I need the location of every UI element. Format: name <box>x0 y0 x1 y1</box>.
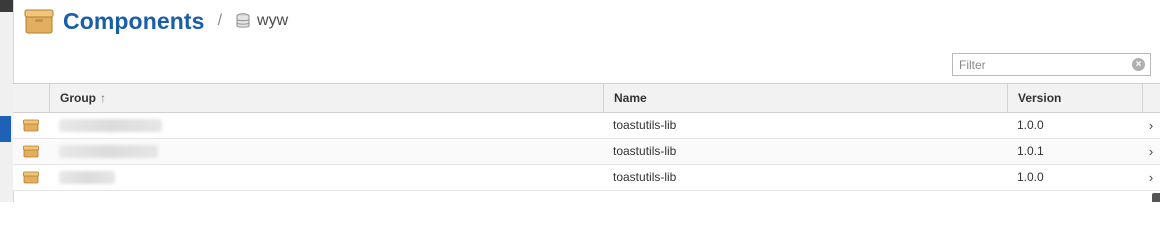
group-cell <box>49 165 603 190</box>
row-icon-cell <box>13 139 49 164</box>
icon-column-header <box>13 84 49 112</box>
group-cell <box>49 139 603 164</box>
selected-row-indicator <box>0 116 11 142</box>
page-header: Components / wyw <box>24 6 288 36</box>
column-header-version-label: Version <box>1018 91 1062 105</box>
sort-ascending-icon: ↑ <box>100 91 106 105</box>
database-icon <box>236 13 250 28</box>
name-cell: toastutils-lib <box>613 170 677 184</box>
chevron-right-icon[interactable]: › <box>1142 139 1160 164</box>
redacted-group <box>59 171 115 184</box>
component-icon <box>23 145 39 158</box>
component-icon <box>23 119 39 132</box>
table-row[interactable]: toastutils-lib 1.0.0 › <box>13 165 1160 191</box>
row-icon-cell <box>13 113 49 138</box>
filter-box: × <box>952 53 1151 76</box>
chevron-right-icon[interactable]: › <box>1142 113 1160 138</box>
version-cell: 1.0.0 <box>1017 118 1044 132</box>
redacted-group <box>59 145 158 158</box>
column-header-version[interactable]: Version <box>1007 84 1142 112</box>
scrollbar-corner[interactable] <box>1152 193 1160 202</box>
redacted-group <box>59 119 162 132</box>
table-row[interactable]: toastutils-lib 1.0.0 › <box>13 113 1160 139</box>
row-icon-cell <box>13 165 49 190</box>
column-header-name-label: Name <box>614 91 647 105</box>
clear-filter-icon[interactable]: × <box>1132 58 1145 71</box>
left-gutter <box>0 0 14 202</box>
page-title: Components <box>63 7 205 34</box>
version-cell: 1.0.0 <box>1017 170 1044 184</box>
breadcrumb-repository[interactable]: wyw <box>257 12 288 30</box>
component-icon <box>23 171 39 184</box>
breadcrumb-separator: / <box>217 12 223 29</box>
component-box-icon <box>24 9 54 34</box>
name-cell: toastutils-lib <box>613 118 677 132</box>
gutter-top-block <box>0 0 13 12</box>
column-header-group[interactable]: Group ↑ <box>49 84 603 112</box>
version-cell: 1.0.1 <box>1017 144 1044 158</box>
group-cell <box>49 113 603 138</box>
chevron-right-icon[interactable]: › <box>1142 165 1160 190</box>
table-row[interactable]: toastutils-lib 1.0.1 › <box>13 139 1160 165</box>
column-header-group-label: Group <box>60 91 96 105</box>
table-header: Group ↑ Name Version <box>13 83 1160 113</box>
column-header-name[interactable]: Name <box>603 84 1007 112</box>
name-cell: toastutils-lib <box>613 144 677 158</box>
components-table: Group ↑ Name Version toastutils-lib 1.0.0… <box>13 83 1160 191</box>
table-body: toastutils-lib 1.0.0 › toastutils-lib 1.… <box>13 113 1160 191</box>
chevron-column-header <box>1142 84 1160 112</box>
filter-input[interactable] <box>953 54 1129 75</box>
